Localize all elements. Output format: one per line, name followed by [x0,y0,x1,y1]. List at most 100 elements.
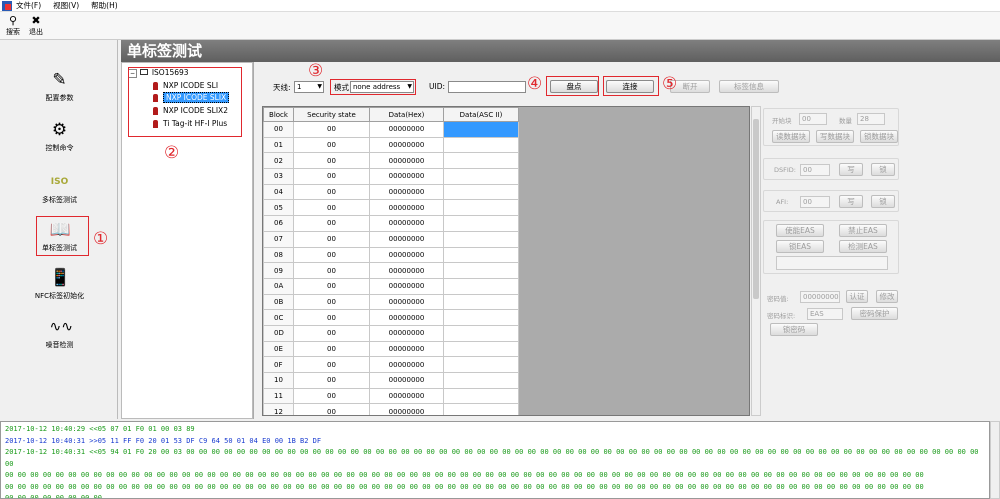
table-row[interactable]: 11 00 00000000 [263,387,519,405]
table-row[interactable]: 03 00 00000000 [263,168,519,185]
security-cell[interactable]: 00 [293,372,370,389]
lock-block-button[interactable]: 锁数据块 [860,130,898,143]
menu-file[interactable]: 文件(F) [16,0,41,11]
security-cell[interactable]: 00 [293,324,370,342]
afi-lock-button[interactable]: 锁 [871,195,895,208]
menu-help[interactable]: 帮助(H) [91,0,118,11]
security-cell[interactable]: 00 [293,215,370,232]
log-scrollbar[interactable] [990,421,1000,499]
password-id-select[interactable]: EAS [807,308,843,320]
sidebar-item-nfc-init[interactable]: 📱 NFC标签初始化 [22,268,97,301]
dsfid-lock-button[interactable]: 锁 [871,163,895,176]
block-cell[interactable]: 0C [263,309,294,326]
data-hex-cell[interactable]: 00000000 [369,215,444,232]
security-cell[interactable]: 00 [293,199,370,217]
menu-view[interactable]: 视图(V) [53,0,79,11]
column-header-block[interactable]: Block [263,107,294,122]
data-hex-cell[interactable]: 00000000 [369,262,444,279]
table-row[interactable]: 04 00 00000000 [263,183,519,201]
detect-eas-button[interactable]: 检测EAS [839,240,887,253]
data-ascii-cell[interactable] [443,340,519,358]
table-row[interactable]: 08 00 00000000 [263,246,519,264]
table-row[interactable]: 09 00 00000000 [263,262,519,279]
block-cell[interactable]: 0F [263,356,294,373]
lock-password-button[interactable]: 锁密码 [770,323,818,336]
modify-button[interactable]: 修改 [876,290,898,303]
security-cell[interactable]: 00 [293,121,370,138]
data-ascii-cell[interactable] [443,262,519,279]
afi-write-button[interactable]: 写 [839,195,863,208]
data-ascii-cell[interactable] [443,277,519,295]
data-ascii-cell[interactable] [443,324,519,342]
read-block-button[interactable]: 读数据块 [772,130,810,143]
data-ascii-cell[interactable] [443,230,519,248]
table-row[interactable]: 06 00 00000000 [263,215,519,232]
security-cell[interactable]: 00 [293,340,370,358]
block-cell[interactable]: 0E [263,340,294,358]
data-hex-cell[interactable]: 00000000 [369,199,444,217]
count-select[interactable]: 28 [857,113,885,125]
security-cell[interactable]: 00 [293,136,370,154]
security-cell[interactable]: 00 [293,246,370,264]
data-hex-cell[interactable]: 00000000 [369,309,444,326]
data-hex-cell[interactable]: 00000000 [369,168,444,185]
table-row[interactable]: 01 00 00000000 [263,136,519,154]
block-cell[interactable]: 11 [263,387,294,405]
block-cell[interactable]: 10 [263,372,294,389]
data-ascii-cell[interactable] [443,356,519,373]
scrollbar-thumb[interactable] [753,119,759,299]
data-hex-cell[interactable]: 00000000 [369,246,444,264]
security-cell[interactable]: 00 [293,152,370,170]
data-ascii-cell[interactable] [443,136,519,154]
security-cell[interactable]: 00 [293,230,370,248]
dsfid-write-button[interactable]: 写 [839,163,863,176]
write-block-button[interactable]: 写数据块 [816,130,854,143]
data-hex-cell[interactable]: 00000000 [369,340,444,358]
data-hex-cell[interactable]: 00000000 [369,403,444,415]
block-cell[interactable]: 09 [263,262,294,279]
data-hex-cell[interactable]: 00000000 [369,136,444,154]
data-hex-cell[interactable]: 00000000 [369,356,444,373]
table-row[interactable]: 05 00 00000000 [263,199,519,217]
uid-input[interactable] [448,81,526,93]
data-ascii-cell[interactable] [443,215,519,232]
block-cell[interactable]: 0D [263,324,294,342]
data-ascii-cell[interactable] [443,121,519,138]
data-hex-cell[interactable]: 00000000 [369,293,444,311]
enable-eas-button[interactable]: 使能EAS [776,224,824,237]
security-cell[interactable]: 00 [293,356,370,373]
block-data-grid[interactable]: Block Security state Data(Hex) Data(ASC … [262,106,750,416]
sidebar-item-control[interactable]: ⚙ 控制命令 [22,120,97,153]
dsfid-input[interactable]: 00 [800,164,830,176]
table-row[interactable]: 07 00 00000000 [263,230,519,248]
lock-eas-button[interactable]: 锁EAS [776,240,824,253]
block-cell[interactable]: 12 [263,403,294,415]
column-header-data-ascii[interactable]: Data(ASC II) [443,107,519,122]
table-row[interactable]: 0F 00 00000000 [263,356,519,373]
data-ascii-cell[interactable] [443,152,519,170]
block-cell[interactable]: 06 [263,215,294,232]
communication-log[interactable]: 2017-10-12 10:40:29 <<05 07 01 F0 01 00 … [0,421,990,499]
security-cell[interactable]: 00 [293,262,370,279]
data-ascii-cell[interactable] [443,387,519,405]
afi-input[interactable]: 00 [800,196,830,208]
data-hex-cell[interactable]: 00000000 [369,277,444,295]
block-cell[interactable]: 0B [263,293,294,311]
data-hex-cell[interactable]: 00000000 [369,183,444,201]
password-value-input[interactable]: 00000000 [800,291,840,303]
sidebar-item-noise[interactable]: ∿∿ 噪音检测 [22,317,97,350]
auth-button[interactable]: 认证 [846,290,868,303]
disable-eas-button[interactable]: 禁止EAS [839,224,887,237]
exit-button[interactable]: ✖ 退出 [26,14,46,38]
column-header-data-hex[interactable]: Data(Hex) [369,107,444,122]
data-hex-cell[interactable]: 00000000 [369,121,444,138]
block-cell[interactable]: 00 [263,121,294,138]
data-ascii-cell[interactable] [443,372,519,389]
security-cell[interactable]: 00 [293,168,370,185]
data-ascii-cell[interactable] [443,309,519,326]
data-ascii-cell[interactable] [443,183,519,201]
security-cell[interactable]: 00 [293,309,370,326]
security-cell[interactable]: 00 [293,387,370,405]
password-protect-button[interactable]: 密码保护 [851,307,898,320]
search-button[interactable]: ⚲ 搜索 [3,14,23,38]
